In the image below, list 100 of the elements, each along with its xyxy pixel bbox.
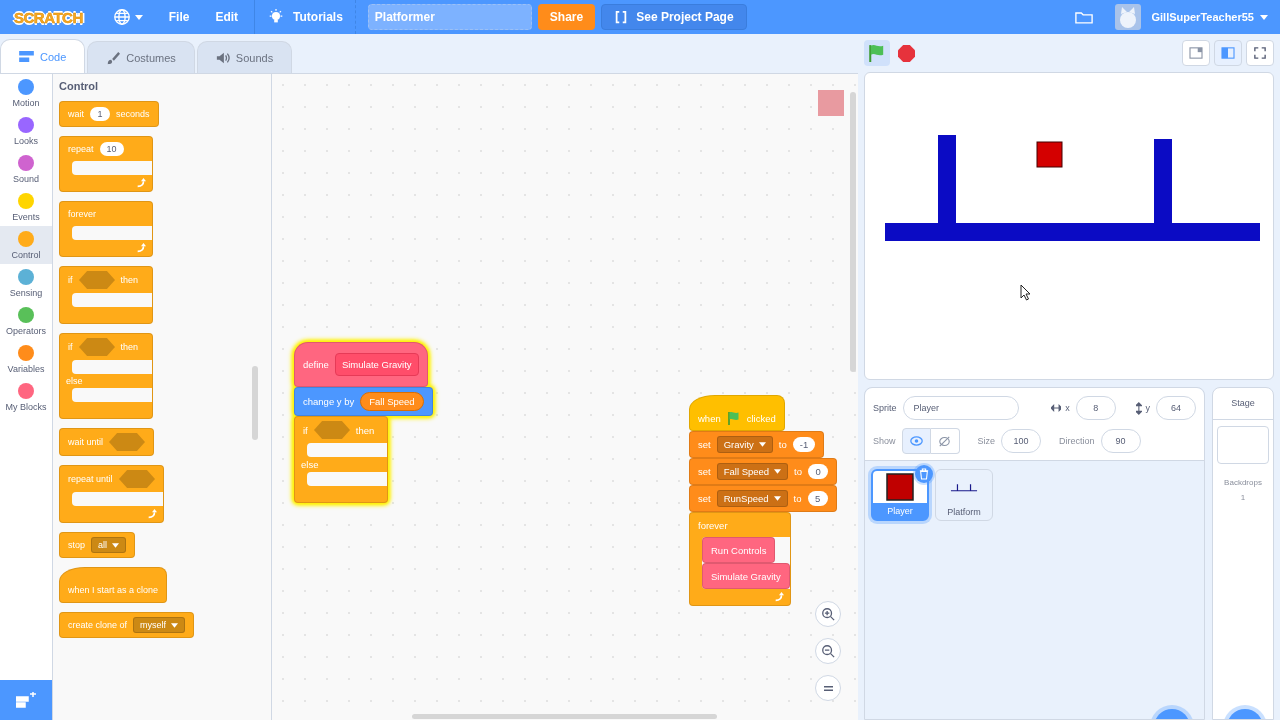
category-button[interactable]: Sensing (0, 264, 52, 302)
code-block[interactable]: wait 1 seconds (59, 101, 159, 127)
avatar-icon[interactable] (1115, 4, 1142, 30)
code-block[interactable]: change y by Fall Speed (294, 387, 433, 416)
code-block[interactable]: Run Controls (702, 537, 776, 563)
code-block[interactable]: repeat until (59, 465, 164, 523)
block-dropdown[interactable]: all (91, 537, 127, 553)
code-block[interactable]: repeat 10 (59, 136, 153, 192)
category-heading: Control (59, 80, 99, 92)
flag-icon (868, 44, 886, 62)
code-block[interactable]: set Fall Speed to 0 (689, 458, 838, 485)
backdrop-thumbnail[interactable] (1217, 426, 1269, 464)
stage-mode-button[interactable] (1182, 40, 1210, 66)
add-extension-button[interactable] (0, 680, 52, 720)
code-block[interactable]: Simulate Gravity (702, 563, 790, 589)
account-menu[interactable]: GillSuperTeacher55 (1147, 11, 1272, 23)
category-button[interactable]: Operators (0, 302, 52, 340)
category-button[interactable]: Looks (0, 112, 52, 150)
block-dropdown[interactable]: myself (133, 617, 186, 633)
code-block[interactable]: set Gravity to -1 (689, 431, 825, 458)
boolean-slot[interactable] (118, 470, 155, 488)
x-field[interactable]: 8 (1075, 396, 1116, 420)
code-block[interactable]: stop all (59, 532, 136, 558)
caret-icon (112, 542, 120, 548)
folder-icon[interactable] (1075, 9, 1094, 25)
platform-sprite-icon (950, 482, 978, 492)
y-field[interactable]: 64 (1156, 396, 1196, 420)
zoom-in-icon (821, 607, 835, 621)
caret-icon (171, 622, 179, 628)
boolean-slot[interactable] (78, 271, 115, 289)
block-label: to (794, 466, 803, 477)
direction-label: Direction (1059, 436, 1095, 446)
block-dropdown[interactable]: Fall Speed (716, 463, 789, 480)
zoom-reset-button[interactable] (815, 675, 841, 701)
menu-item[interactable]: Edit (205, 6, 249, 28)
boolean-slot[interactable] (109, 433, 145, 451)
scrollbar[interactable] (252, 366, 258, 440)
block-script[interactable]: when clicked set Gravity to -1 set Fall Speed to 0 set RunSpeed to 5 forever Run Controls Simulate Gravity (689, 395, 838, 606)
size-field[interactable]: 100 (1001, 429, 1042, 453)
code-block[interactable]: set RunSpeed to 5 (689, 485, 837, 512)
block-dropdown[interactable]: RunSpeed (716, 490, 788, 507)
number-input[interactable]: -1 (792, 437, 816, 452)
custom-block-prototype[interactable]: Simulate Gravity (334, 353, 419, 376)
category-button[interactable]: Events (0, 188, 52, 226)
sprite-tile[interactable]: Platform (935, 469, 993, 521)
boolean-slot[interactable] (313, 421, 350, 439)
category-button[interactable]: My Blocks (0, 378, 52, 416)
scrollbar[interactable] (412, 714, 717, 719)
stage-canvas[interactable] (864, 72, 1274, 380)
sprite-name-field[interactable]: Player (902, 396, 1019, 420)
category-button[interactable]: Control (0, 226, 52, 264)
code-block[interactable]: if then else (294, 416, 388, 503)
category-button[interactable]: Motion (0, 74, 52, 112)
scrollbar[interactable] (850, 92, 856, 372)
menu-item[interactable]: File (158, 6, 200, 28)
editor-tab[interactable]: Code (0, 39, 86, 73)
stage-mode-button[interactable] (1246, 40, 1274, 66)
caret-icon (1260, 14, 1268, 20)
eye-icon (909, 436, 923, 446)
editor-tab[interactable]: Sounds (196, 41, 293, 73)
block-script[interactable]: define Simulate Gravity change y by Fall Speed if then else (294, 342, 433, 503)
code-block[interactable]: if then (59, 266, 153, 324)
boolean-slot[interactable] (78, 338, 115, 356)
flag-icon (726, 411, 741, 425)
tutorials-button[interactable]: Tutorials (254, 0, 356, 34)
project-title-field[interactable]: Platformer (367, 4, 532, 30)
block-dropdown[interactable]: Gravity (716, 436, 773, 453)
stage-mode-button[interactable] (1214, 40, 1242, 66)
share-button[interactable]: Share (537, 4, 596, 30)
show-button[interactable] (901, 428, 931, 454)
block-slot[interactable]: Run Controls Simulate Gravity (702, 537, 790, 589)
code-block[interactable]: wait until (59, 428, 154, 456)
code-block[interactable]: define Simulate Gravity (294, 342, 428, 387)
see-project-page-button[interactable]: See Project Page (601, 4, 747, 30)
category-button[interactable]: Variables (0, 340, 52, 378)
category-button[interactable]: Sound (0, 150, 52, 188)
delete-sprite-button[interactable] (915, 465, 933, 483)
code-block[interactable]: create clone of myself (59, 612, 195, 638)
number-input[interactable]: 5 (807, 491, 828, 506)
block-label: Simulate Gravity (711, 570, 781, 582)
editor-tab[interactable]: Costumes (87, 41, 195, 73)
variable-reporter[interactable]: Fall Speed (360, 392, 424, 411)
code-block[interactable]: if then else (59, 333, 153, 419)
zoom-out-button[interactable] (815, 638, 841, 664)
hide-button[interactable] (930, 428, 960, 454)
number-input[interactable]: 0 (808, 464, 829, 479)
code-block[interactable]: when I start as a clone (59, 567, 168, 603)
flag-button[interactable] (864, 40, 890, 66)
block-label: set (698, 466, 711, 477)
block-label: if (68, 275, 73, 285)
zoom-in-button[interactable] (815, 601, 841, 627)
block-label: Run Controls (711, 544, 767, 556)
code-block[interactable]: forever (59, 201, 153, 257)
direction-field[interactable]: 90 (1100, 429, 1141, 453)
block-label: stop (68, 540, 85, 550)
script-area[interactable]: define Simulate Gravity change y by Fall Speed if then else when clicked set Gravity to -1 set Fall Speed to 0 set RunSpeed to 5 forever Run Controls Simulate Gravity (272, 74, 858, 720)
number-input[interactable]: 1 (90, 107, 110, 121)
code-block[interactable]: forever Run Controls Simulate Gravity (689, 512, 791, 606)
stop-icon[interactable] (898, 44, 915, 62)
number-input[interactable]: 10 (99, 142, 124, 156)
